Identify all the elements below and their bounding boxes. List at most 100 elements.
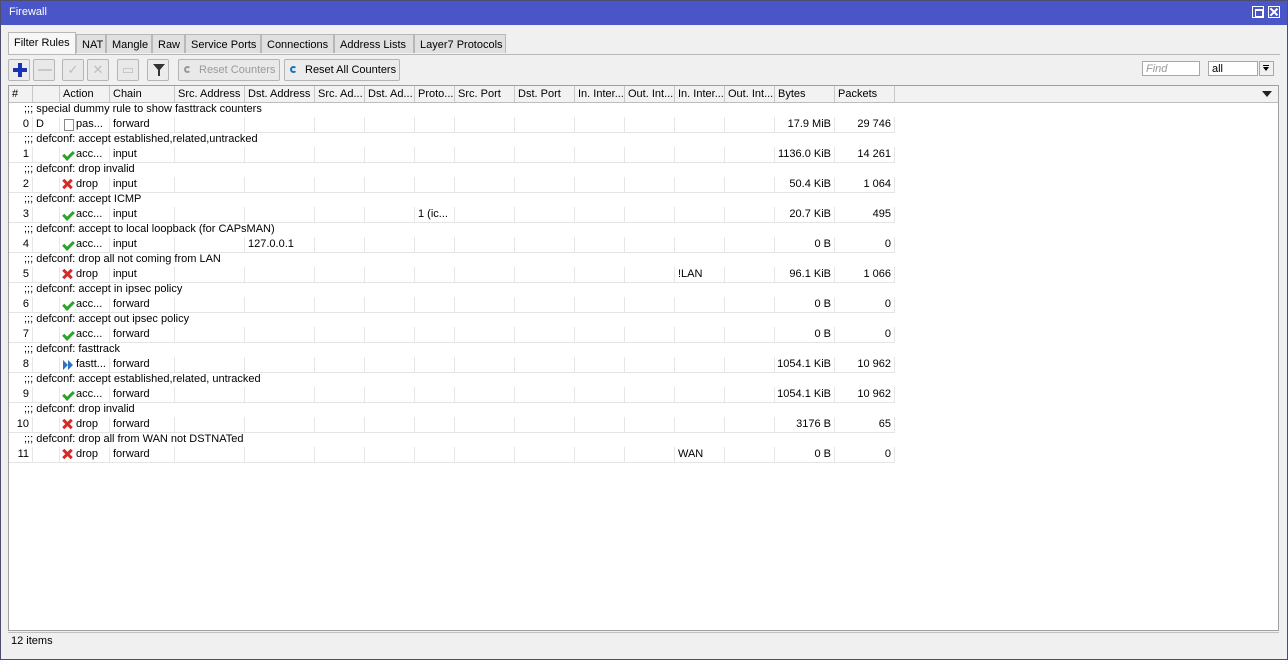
chevron-down-icon[interactable]: [1259, 61, 1274, 76]
table-cell: [175, 237, 245, 252]
comment-row[interactable]: ;;; defconf: fasttrack: [9, 342, 895, 357]
table-cell: [175, 327, 245, 342]
comment-row[interactable]: ;;; defconf: accept established,related,…: [9, 132, 895, 147]
tab-address-lists[interactable]: Address Lists: [334, 34, 414, 53]
comment-row[interactable]: ;;; defconf: accept ICMP: [9, 192, 895, 207]
table-row[interactable]: 9 acc... forward 1054.1 KiB 10 962: [9, 387, 895, 403]
column-header[interactable]: Dst. Ad...: [365, 86, 415, 102]
column-header[interactable]: Action: [60, 86, 110, 102]
table-cell: 127.0.0.1: [245, 237, 315, 252]
table-cell: [725, 417, 775, 432]
table-cell: [33, 147, 60, 162]
table-cell: [33, 267, 60, 282]
table-row[interactable]: 8 fastt... forward 1054.1 KiB 10 962: [9, 357, 895, 373]
close-icon[interactable]: [1268, 6, 1280, 18]
table-cell: [33, 297, 60, 312]
disable-button[interactable]: ✕: [87, 59, 109, 81]
tab-layer7-protocols[interactable]: Layer7 Protocols: [414, 34, 506, 53]
column-header[interactable]: Bytes: [775, 86, 835, 102]
table-row[interactable]: 7 acc... forward 0 B0: [9, 327, 895, 343]
comment-row[interactable]: ;;; defconf: drop all not coming from LA…: [9, 252, 895, 267]
tab-nat[interactable]: NAT: [76, 34, 106, 53]
column-header[interactable]: In. Inter...: [675, 86, 725, 102]
comment-row[interactable]: ;;; defconf: accept in ipsec policy: [9, 282, 895, 297]
rule-comment: ;;; defconf: drop all from WAN not DSTNA…: [24, 433, 244, 445]
table-row[interactable]: 5 drop input !LAN 96.1 KiB 1 066: [9, 267, 895, 283]
column-header[interactable]: Chain: [110, 86, 175, 102]
filter-button[interactable]: [147, 59, 169, 81]
table-row[interactable]: 6 acc... forward 0 B0: [9, 297, 895, 313]
table-row[interactable]: 11 drop forward WAN 0 B0: [9, 447, 895, 463]
table-cell: [575, 357, 625, 372]
comment-button[interactable]: ▭: [117, 59, 139, 81]
table-cell: [575, 207, 625, 222]
reset-all-counters-label: Reset All Counters: [305, 64, 397, 76]
table-cell: [725, 267, 775, 282]
table-row[interactable]: 1 acc... input 1136.0 KiB 14 261: [9, 147, 895, 163]
comment-row[interactable]: ;;; defconf: accept to local loopback (f…: [9, 222, 895, 237]
table-cell: [725, 147, 775, 162]
column-header[interactable]: Out. Int...: [725, 86, 775, 102]
table-cell: [455, 237, 515, 252]
table-cell: [245, 177, 315, 192]
table-row[interactable]: 4 acc... input 127.0.0.1 0 B0: [9, 237, 895, 253]
column-header[interactable]: Dst. Address: [245, 86, 315, 102]
column-header[interactable]: [33, 86, 60, 102]
comment-row[interactable]: ;;; defconf: accept established,related,…: [9, 372, 895, 387]
add-button[interactable]: [8, 59, 30, 81]
table-cell: [725, 357, 775, 372]
column-header[interactable]: Src. Port: [455, 86, 515, 102]
tab-mangle[interactable]: Mangle: [106, 34, 152, 53]
title-bar[interactable]: Firewall: [1, 1, 1287, 25]
table-cell: [455, 327, 515, 342]
filter-select[interactable]: all: [1208, 61, 1258, 76]
column-menu-icon[interactable]: [1262, 91, 1272, 97]
remove-button[interactable]: [33, 59, 55, 81]
tab-raw[interactable]: Raw: [152, 34, 185, 53]
column-header[interactable]: #: [9, 86, 33, 102]
table-cell: [415, 357, 455, 372]
comment-row[interactable]: ;;; defconf: drop invalid: [9, 162, 895, 177]
table-row[interactable]: 10 drop forward 3176 B 65: [9, 417, 895, 433]
table-cell: input: [110, 237, 175, 252]
table-cell: acc...: [60, 327, 110, 342]
comment-row[interactable]: ;;; defconf: accept out ipsec policy: [9, 312, 895, 327]
comment-row[interactable]: ;;; special dummy rule to show fasttrack…: [9, 102, 895, 117]
maximize-icon[interactable]: [1252, 6, 1264, 18]
table-cell: [515, 147, 575, 162]
table-cell: 1: [9, 147, 33, 162]
table-cell: [415, 297, 455, 312]
table-cell: [415, 267, 455, 282]
tab-connections[interactable]: Connections: [261, 34, 334, 53]
table-cell: forward: [110, 387, 175, 402]
column-header[interactable]: Dst. Port: [515, 86, 575, 102]
rule-comment: ;;; defconf: accept established,related,…: [24, 133, 258, 145]
table-row[interactable]: 3 acc... input 1 (ic... 20.7 KiB 495: [9, 207, 895, 223]
reset-counters-button[interactable]: Reset Counters: [178, 59, 280, 81]
column-header[interactable]: Src. Address: [175, 86, 245, 102]
table-cell: [33, 387, 60, 402]
column-header[interactable]: Out. Int...: [625, 86, 675, 102]
table-cell: [315, 447, 365, 462]
table-cell: 0: [835, 447, 895, 462]
reset-all-counters-button[interactable]: Reset All Counters: [284, 59, 400, 81]
checkmark-icon: [62, 239, 73, 250]
tab-filter-rules[interactable]: Filter Rules: [8, 32, 76, 55]
table-row[interactable]: 2 drop input 50.4 KiB 1 064: [9, 177, 895, 193]
table-cell: [33, 417, 60, 432]
column-header[interactable]: In. Inter...: [575, 86, 625, 102]
table-row[interactable]: 0 Dpas... forward 17.9 MiB 29 746: [9, 117, 895, 133]
table-cell: [365, 447, 415, 462]
table-cell: [515, 207, 575, 222]
table-cell: [245, 297, 315, 312]
checkmark-icon: [62, 329, 73, 340]
comment-row[interactable]: ;;; defconf: drop all from WAN not DSTNA…: [9, 432, 895, 447]
enable-button[interactable]: ✓: [62, 59, 84, 81]
column-header[interactable]: Packets: [835, 86, 895, 102]
column-header[interactable]: Proto...: [415, 86, 455, 102]
comment-row[interactable]: ;;; defconf: drop invalid: [9, 402, 895, 417]
find-input[interactable]: [1142, 61, 1200, 76]
table-cell: D: [33, 117, 60, 132]
tab-service-ports[interactable]: Service Ports: [185, 34, 261, 53]
column-header[interactable]: Src. Ad...: [315, 86, 365, 102]
